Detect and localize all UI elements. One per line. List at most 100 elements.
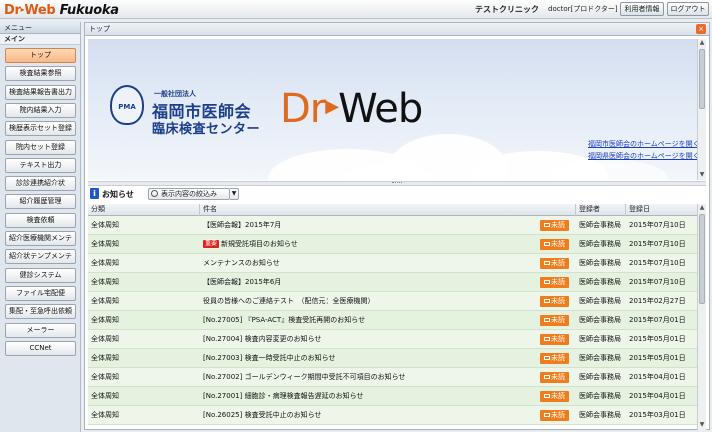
sidebar-item[interactable]: 紹介履歴管理	[5, 194, 76, 210]
logo-fukuoka: Fukuoka	[59, 3, 119, 18]
sidebar-item[interactable]: 検査結果参照	[5, 66, 76, 82]
banner-scrollbar[interactable]: ▲ ▼	[697, 39, 706, 180]
sidebar: メニュー メイン トップ 検査結果参照 検査結果報告書出力 院内結果入力 検歴表示セット…	[0, 22, 81, 432]
sidebar-item[interactable]: ファイル宅配便	[5, 285, 76, 301]
cell-name-text[interactable]: [No.27005] 『PSA-ACT』検査受託再開のお知らせ	[203, 316, 365, 324]
filter-button[interactable]: 表示内容の絞込み	[148, 188, 230, 200]
sidebar-item[interactable]: 検査依頼	[5, 212, 76, 228]
cell-name[interactable]: 重要 新規受託項目のお知らせ	[200, 235, 538, 254]
unread-badge: 未読	[540, 391, 569, 402]
unread-badge-label: 未読	[551, 411, 565, 419]
cell-name-text[interactable]: [No.26025] 検査受託中止のお知らせ	[203, 411, 321, 419]
cell-name-text[interactable]: 役員の皆様へのご連絡テスト （配信元：全医療機関）	[203, 297, 375, 305]
chevron-down-icon[interactable]: ▼	[230, 188, 239, 200]
cell-name-text[interactable]: [No.27002] ゴールデンウィーク期間中受託不可項目のお知らせ	[203, 373, 405, 381]
cell-registrant: 医師会事務局	[579, 411, 621, 419]
cell-name[interactable]: [No.27004] 検査内容変更のお知らせ	[200, 330, 538, 349]
table-row[interactable]: 全体周知 [No.27002] ゴールデンウィーク期間中受託不可項目のお知らせ 未読…	[88, 368, 697, 387]
app-logo: Dr▸Web Fukuoka	[4, 1, 119, 19]
sidebar-item[interactable]: メーラー	[5, 322, 76, 338]
user-info-button[interactable]: 利用者情報	[620, 2, 664, 16]
important-badge: 重要	[203, 240, 220, 248]
cell-name[interactable]: メンテナンスのお知らせ	[200, 254, 538, 273]
sidebar-item[interactable]: 診診連携紹介状	[5, 176, 76, 192]
table-header: 分類 件名 登録者 登録日	[88, 204, 697, 216]
scroll-up-icon[interactable]: ▲	[698, 204, 706, 212]
column-category[interactable]: 分類	[88, 204, 200, 216]
cell-name[interactable]: [No.27003] 検査一時受託中止のお知らせ	[200, 349, 538, 368]
cell-category: 全体周知	[91, 259, 119, 267]
fukuoka-pref-medical-link[interactable]: 福岡県医師会のホームページを開く	[588, 151, 697, 161]
sidebar-item[interactable]: 紹介医療機関メンテ	[5, 231, 76, 246]
cell-registrant: 医師会事務局	[579, 354, 621, 362]
cell-name[interactable]: 【医師会報】2015年7月	[200, 216, 538, 235]
unread-badge-label: 未読	[551, 240, 565, 248]
sidebar-item[interactable]: 集配・至急呼出依頼	[5, 304, 76, 320]
cell-name-text[interactable]: 【医師会報】2015年6月	[203, 278, 281, 286]
logout-button[interactable]: ログアウト	[667, 2, 709, 16]
cell-name[interactable]: [No.27002] ゴールデンウィーク期間中受託不可項目のお知らせ	[200, 368, 538, 387]
table-body: 全体周知 【医師会報】2015年7月 未読 医師会事務局 2015年07月10日 全体周知…	[88, 216, 697, 425]
scroll-thumb[interactable]	[699, 214, 705, 304]
cell-name-text[interactable]: [No.27003] 検査一時受託中止のお知らせ	[203, 354, 335, 362]
unread-badge-label: 未読	[551, 297, 565, 305]
cell-category: 全体周知	[91, 240, 119, 248]
cell-name-text[interactable]: 新規受託項目のお知らせ	[221, 240, 298, 248]
sidebar-item[interactable]: 院内セット登録	[5, 139, 76, 155]
sidebar-item[interactable]: 検査結果報告書出力	[5, 84, 76, 100]
sidebar-item[interactable]: 健診システム	[5, 267, 76, 283]
cell-name-text[interactable]: [No.27004] 検査内容変更のお知らせ	[203, 335, 321, 343]
cell-status: 未読	[538, 406, 575, 425]
column-date[interactable]: 登録日	[626, 204, 697, 216]
cell-status: 未読	[538, 330, 575, 349]
table-row[interactable]: 全体周知 役員の皆様へのご連絡テスト （配信元：全医療機関） 未読 医師会事務局 201…	[88, 292, 697, 311]
close-icon[interactable]: ×	[696, 24, 706, 34]
sidebar-item[interactable]: 紹介状テンプメンテ	[5, 249, 76, 265]
table-row[interactable]: 全体周知 【医師会報】2015年6月 未読 医師会事務局 2015年07月10日	[88, 273, 697, 292]
table-row[interactable]: 全体周知 重要 新規受託項目のお知らせ 未読 医師会事務局 2015年07月10日	[88, 235, 697, 254]
cell-date: 2015年07月10日	[629, 240, 686, 248]
sidebar-item[interactable]: トップ	[5, 48, 76, 63]
table-scrollbar[interactable]: ▲ ▼	[697, 204, 706, 430]
fukuoka-city-medical-link[interactable]: 福岡市医師会のホームページを開く	[588, 139, 697, 149]
menu-subheading: メイン	[0, 34, 80, 45]
cell-name[interactable]: [No.27001] 細胞診・病理検査報告遅延のお知らせ	[200, 387, 538, 406]
cell-name-text[interactable]: [No.27001] 細胞診・病理検査報告遅延のお知らせ	[203, 392, 363, 400]
column-registrant[interactable]: 登録者	[576, 204, 626, 216]
table-row[interactable]: 全体周知 [No.26025] 検査受託中止のお知らせ 未読 医師会事務局 2015年0…	[88, 406, 697, 425]
cell-date: 2015年07月10日	[629, 221, 686, 229]
cell-name-text[interactable]: メンテナンスのお知らせ	[203, 259, 280, 267]
table-row[interactable]: 全体周知 [No.27005] 『PSA-ACT』検査受託再開のお知らせ 未読 医師会…	[88, 311, 697, 330]
banner: PMA 一般社団法人 福岡市医師会 臨床検査センター Dr▶Web 福岡市医師会…	[88, 39, 697, 180]
scroll-up-icon[interactable]: ▲	[698, 39, 706, 47]
unread-badge-label: 未読	[551, 392, 565, 400]
sidebar-item[interactable]: テキスト出力	[5, 157, 76, 173]
scroll-down-icon[interactable]: ▼	[698, 421, 706, 429]
column-name[interactable]: 件名	[200, 204, 576, 216]
sidebar-item[interactable]: 検歴表示セット登録	[5, 121, 76, 137]
cell-name[interactable]: [No.27005] 『PSA-ACT』検査受託再開のお知らせ	[200, 311, 538, 330]
table-row[interactable]: 全体周知 【医師会報】2015年7月 未読 医師会事務局 2015年07月10日	[88, 216, 697, 235]
cell-name[interactable]: [No.26025] 検査受託中止のお知らせ	[200, 406, 538, 425]
table-row[interactable]: 全体周知 [No.27001] 細胞診・病理検査報告遅延のお知らせ 未読 医師会事務局…	[88, 387, 697, 406]
cell-name-text[interactable]: 【医師会報】2015年7月	[203, 221, 281, 229]
cell-status: 未読	[538, 216, 575, 235]
cell-date: 2015年04月01日	[629, 392, 686, 400]
top-header: Dr▸Web Fukuoka テストクリニック doctor[プロドクター] 利…	[0, 0, 712, 19]
scroll-thumb[interactable]	[699, 49, 705, 109]
table-row[interactable]: 全体周知 [No.27003] 検査一時受託中止のお知らせ 未読 医師会事務局 2015…	[88, 349, 697, 368]
cell-category: 全体周知	[91, 335, 119, 343]
sidebar-item[interactable]: CCNet	[5, 340, 76, 356]
scroll-down-icon[interactable]: ▼	[698, 171, 706, 179]
sidebar-item[interactable]: 院内結果入力	[5, 102, 76, 118]
cell-name[interactable]: 【医師会報】2015年6月	[200, 273, 538, 292]
unread-badge: 未読	[540, 410, 569, 421]
table-row[interactable]: 全体周知 [No.27004] 検査内容変更のお知らせ 未読 医師会事務局 2015年0…	[88, 330, 697, 349]
unread-badge-label: 未読	[551, 316, 565, 324]
cell-registrant: 医師会事務局	[579, 297, 621, 305]
envelope-icon	[544, 356, 550, 360]
cell-category: 全体周知	[91, 297, 119, 305]
cell-status: 未読	[538, 273, 575, 292]
cell-name[interactable]: 役員の皆様へのご連絡テスト （配信元：全医療機関）	[200, 292, 538, 311]
table-row[interactable]: 全体周知 メンテナンスのお知らせ 未読 医師会事務局 2015年07月10日	[88, 254, 697, 273]
